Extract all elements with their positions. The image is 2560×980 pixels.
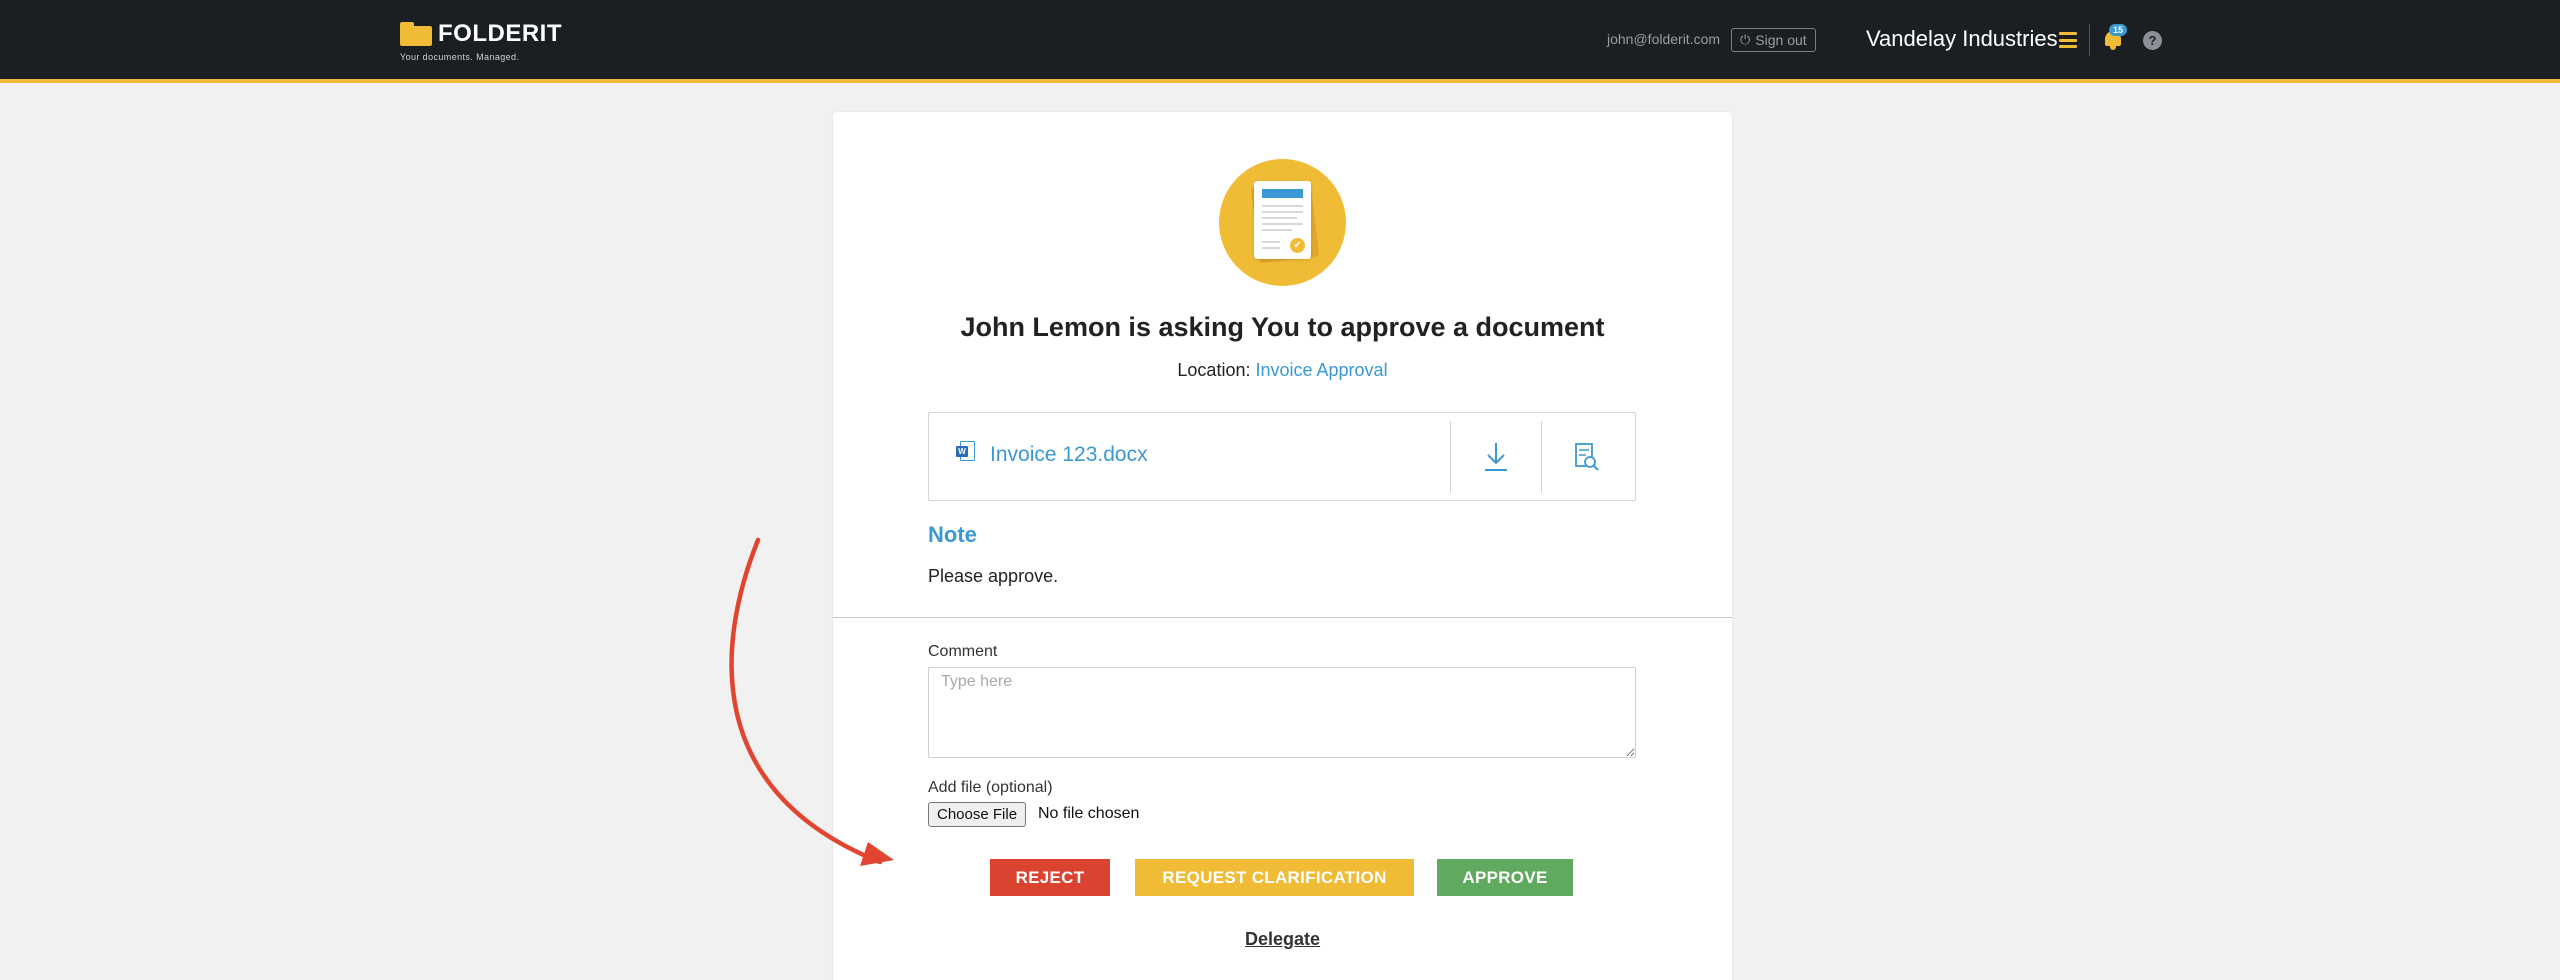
file-attachment: W Invoice 123.docx (928, 412, 1636, 501)
menu-icon[interactable] (2059, 32, 2077, 48)
reject-button[interactable]: REJECT (990, 859, 1110, 896)
top-bar: FOLDERIT Your documents. Managed. john@f… (0, 0, 2560, 83)
arrow-annotation (729, 537, 894, 866)
comment-label: Comment (928, 643, 998, 660)
choose-file-button[interactable]: Choose File (928, 802, 1027, 827)
no-file-text: No file chosen (1038, 805, 1140, 822)
add-file-label: Add file (optional) (928, 779, 1053, 796)
request-clarification-button[interactable]: REQUEST CLARIFICATION (1135, 859, 1414, 896)
note-title: Note (928, 522, 977, 547)
folder-icon (400, 22, 432, 46)
power-icon: ⏻ (1740, 32, 1751, 47)
file-divider (1450, 421, 1451, 493)
approve-button[interactable]: APPROVE (1437, 859, 1573, 896)
preview-icon[interactable] (1561, 439, 1611, 475)
folderit-logo[interactable]: FOLDERIT Your documents. Managed. (400, 20, 562, 62)
download-icon[interactable] (1471, 439, 1521, 475)
approval-card: ✔ John Lemon is asking You to approve a … (833, 112, 1732, 980)
section-divider (833, 617, 1732, 618)
document-icon: ✔ (1219, 159, 1346, 286)
file-divider (1541, 421, 1542, 493)
logo-tagline: Your documents. Managed. (400, 52, 520, 62)
comment-textarea[interactable] (928, 667, 1636, 758)
page-title: John Lemon is asking You to approve a do… (960, 312, 1605, 342)
location-label: Location: (1177, 360, 1251, 380)
help-icon[interactable]: ? (2143, 31, 2162, 50)
delegate-link[interactable]: Delegate (833, 929, 1732, 950)
note-text: Please approve. (928, 566, 1059, 586)
file-name-link[interactable]: Invoice 123.docx (990, 443, 1148, 467)
location-link[interactable]: Invoice Approval (1255, 360, 1387, 380)
notification-badge: 15 (2109, 24, 2127, 36)
location-line: Location: Invoice Approval (833, 360, 1732, 381)
word-file-icon: W (956, 441, 976, 465)
sign-out-button[interactable]: ⏻ Sign out (1731, 28, 1816, 52)
company-name[interactable]: Vandelay Industries (1866, 26, 2058, 52)
user-email: john@folderit.com (1607, 31, 1721, 47)
sign-out-label: Sign out (1755, 32, 1807, 48)
header-divider (2089, 24, 2090, 56)
logo-text: FOLDERIT (438, 20, 562, 47)
